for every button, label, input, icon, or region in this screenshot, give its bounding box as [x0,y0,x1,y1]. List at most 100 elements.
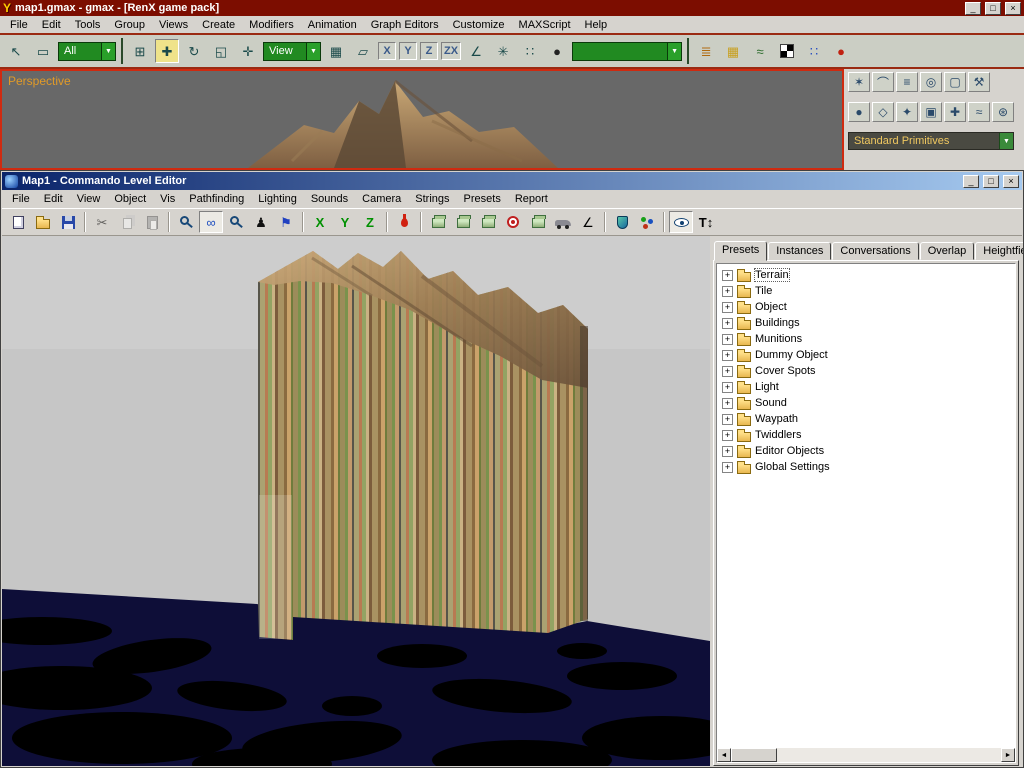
tree-item-buildings[interactable]: + Buildings [719,315,1015,331]
open-button[interactable] [31,211,55,233]
tree-horizontal-scrollbar[interactable]: ◄ ► [717,748,1015,762]
tab-instances[interactable]: Instances [768,242,831,260]
paste-button[interactable] [140,211,164,233]
editor-3d-viewport[interactable] [2,236,710,766]
vehicle-button[interactable] [551,211,575,233]
editor-menu-view[interactable]: View [70,191,108,207]
axis-z-button[interactable]: Z [358,211,382,233]
editor-titlebar[interactable]: Map1 - Commando Level Editor _ □ × [2,172,1022,190]
curve-editor-button[interactable]: ≈ [748,39,772,63]
gmax-menu-graph-editors[interactable]: Graph Editors [364,17,446,33]
object-category-combo[interactable]: Standard Primitives ▼ [848,132,1014,150]
snap-toggle-button[interactable]: ✳ [491,39,515,63]
expand-icon[interactable]: + [722,318,733,329]
tree-item-editor-objects[interactable]: + Editor Objects [719,443,1015,459]
motion-tab-icon[interactable]: ◎ [920,72,942,92]
save-button[interactable] [56,211,80,233]
selection-filter-combo[interactable]: All ▼ [58,42,116,61]
move-button[interactable]: ✚ [155,39,179,63]
editor-3d-scene[interactable] [2,236,710,766]
drop-marker-button[interactable] [392,211,416,233]
editor-maximize-button[interactable]: □ [983,175,999,188]
gmax-menu-help[interactable]: Help [578,17,615,33]
region-select-button[interactable]: ▭ [31,39,55,63]
editor-menu-file[interactable]: File [5,191,37,207]
expand-icon[interactable]: + [722,270,733,281]
copy-button[interactable] [115,211,139,233]
expand-icon[interactable]: + [722,350,733,361]
tree-item-terrain[interactable]: + Terrain [719,267,1015,283]
editor-menu-pathfinding[interactable]: Pathfinding [182,191,251,207]
tree-item-twiddlers[interactable]: + Twiddlers [719,427,1015,443]
zoom-extents-button[interactable] [174,211,198,233]
angle-measure-button[interactable]: ∠ [576,211,600,233]
chevron-down-icon[interactable]: ▼ [667,43,681,60]
expand-icon[interactable]: + [722,430,733,441]
object-box-button[interactable] [451,211,475,233]
molecule-button[interactable] [635,211,659,233]
scrollbar-thumb[interactable] [731,748,777,762]
walkthrough-button[interactable]: ♟ [249,211,273,233]
gmax-menu-animation[interactable]: Animation [301,17,364,33]
display-tab-icon[interactable]: ▢ [944,72,966,92]
reference-coordinate-combo[interactable]: View ▼ [263,42,321,61]
schematic-view-button[interactable]: ▦ [721,39,745,63]
shapes-category-icon[interactable]: ◇ [872,102,894,122]
chevron-down-icon[interactable]: ▼ [999,133,1013,149]
render-scene-button[interactable]: ∷ [802,39,826,63]
render-globe-button[interactable]: ● [545,39,569,63]
gmax-menu-tools[interactable]: Tools [68,17,108,33]
manipulator-button[interactable]: ✛ [236,39,260,63]
mirror-button[interactable]: ▱ [351,39,375,63]
axis-constraint-zx-button[interactable]: ZX [441,42,461,60]
gmax-menu-modifiers[interactable]: Modifiers [242,17,301,33]
use-center-button[interactable]: ▦ [324,39,348,63]
utilities-tab-icon[interactable]: ⚒ [968,72,990,92]
axis-y-button[interactable]: Y [333,211,357,233]
text-scale-button[interactable]: T↕ [694,211,718,233]
editor-close-button[interactable]: × [1003,175,1019,188]
presets-tree[interactable]: + Terrain + Tile + Object [716,263,1016,763]
object-misc-button[interactable] [526,211,550,233]
create-tab-icon[interactable]: ✶ [848,72,870,92]
tree-item-sound[interactable]: + Sound [719,395,1015,411]
expand-icon[interactable]: + [722,398,733,409]
tree-item-cover-spots[interactable]: + Cover Spots [719,363,1015,379]
editor-menu-vis[interactable]: Vis [153,191,182,207]
tab-heightfield[interactable]: Heightfield [975,242,1024,260]
scale-button[interactable]: ◱ [209,39,233,63]
object-camera-button[interactable] [476,211,500,233]
axis-constraint-z-button[interactable]: Z [420,42,438,60]
lights-category-icon[interactable]: ✦ [896,102,918,122]
cut-button[interactable]: ✂ [90,211,114,233]
modify-tab-icon[interactable]: ⌒ [872,72,894,92]
create-object-button[interactable] [426,211,450,233]
expand-icon[interactable]: + [722,414,733,425]
viewport-label[interactable]: Perspective [8,74,71,88]
scroll-right-button[interactable]: ► [1001,748,1015,762]
editor-menu-presets[interactable]: Presets [457,191,508,207]
editor-menu-strings[interactable]: Strings [408,191,456,207]
scrollbar-track[interactable] [731,748,1001,762]
axis-constraint-y-button[interactable]: Y [399,42,417,60]
gmax-menu-file[interactable]: File [3,17,35,33]
tab-presets[interactable]: Presets [714,241,767,261]
tab-overlap[interactable]: Overlap [920,242,975,260]
editor-menu-lighting[interactable]: Lighting [251,191,304,207]
tree-item-munitions[interactable]: + Munitions [719,331,1015,347]
systems-category-icon[interactable]: ⊛ [992,102,1014,122]
angle-snap-button[interactable]: ∠ [464,39,488,63]
tree-item-waypath[interactable]: + Waypath [719,411,1015,427]
gmax-menu-maxscript[interactable]: MAXScript [512,17,578,33]
new-button[interactable] [6,211,30,233]
scroll-left-button[interactable]: ◄ [717,748,731,762]
expand-icon[interactable]: + [722,462,733,473]
shield-button[interactable] [610,211,634,233]
gmax-menu-edit[interactable]: Edit [35,17,68,33]
gmax-perspective-viewport[interactable]: Perspective [0,69,844,170]
editor-menu-object[interactable]: Object [107,191,153,207]
tree-item-tile[interactable]: + Tile [719,283,1015,299]
tab-conversations[interactable]: Conversations [832,242,918,260]
visibility-target-button[interactable] [501,211,525,233]
chevron-down-icon[interactable]: ▼ [306,43,320,60]
